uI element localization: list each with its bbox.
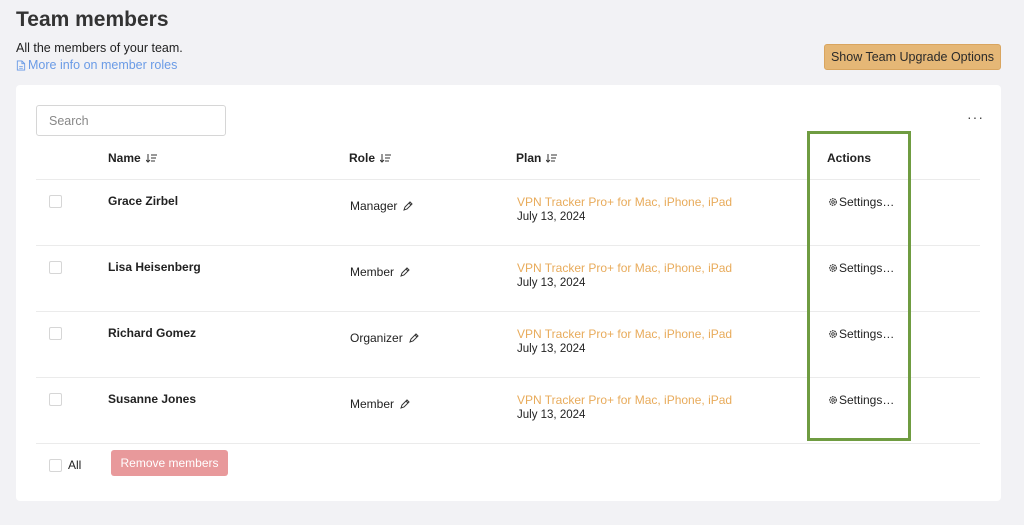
member-roles-info-link[interactable]: More info on member roles — [16, 58, 177, 72]
row-checkbox[interactable] — [49, 195, 62, 208]
column-header-plan[interactable]: Plan — [516, 151, 558, 165]
member-plan-date: July 13, 2024 — [517, 277, 586, 289]
settings-button[interactable]: Settings… — [828, 327, 894, 341]
sort-icon — [546, 153, 558, 163]
column-header-role[interactable]: Role — [349, 151, 392, 165]
member-plan-date: July 13, 2024 — [517, 409, 586, 421]
member-role: Manager — [350, 199, 414, 213]
table-row: Lisa Heisenberg Member VPN Tracker Pro+ … — [16, 245, 1001, 311]
table-row: Richard Gomez Organizer VPN Tracker Pro+… — [16, 311, 1001, 377]
member-role: Member — [350, 397, 410, 411]
document-icon — [16, 59, 26, 71]
settings-button[interactable]: Settings… — [828, 393, 894, 407]
member-role-label: Organizer — [350, 331, 403, 345]
gear-icon — [829, 198, 837, 206]
member-plan-date: July 13, 2024 — [517, 343, 586, 355]
sort-icon — [145, 153, 157, 163]
gear-icon — [829, 396, 837, 404]
row-checkbox[interactable] — [49, 327, 62, 340]
table-row: Susanne Jones Member VPN Tracker Pro+ fo… — [16, 377, 1001, 443]
column-header-name-label: Name — [108, 151, 141, 165]
member-name: Grace Zirbel — [108, 194, 179, 208]
member-plan-date: July 13, 2024 — [517, 211, 586, 223]
member-plan: VPN Tracker Pro+ for Mac, iPhone, iPad — [517, 261, 733, 275]
column-header-name[interactable]: Name — [108, 151, 157, 165]
member-role-label: Member — [350, 265, 395, 279]
column-header-role-label: Role — [349, 151, 376, 165]
page-subtitle: All the members of your team. — [16, 41, 183, 55]
member-role: Organizer — [350, 331, 419, 345]
member-name: Richard Gomez — [108, 326, 197, 340]
member-role-label: Manager — [350, 199, 398, 213]
row-checkbox[interactable] — [49, 393, 62, 406]
pencil-icon[interactable] — [408, 333, 419, 343]
settings-button-label: Settings… — [839, 327, 895, 341]
gear-icon — [829, 264, 837, 272]
member-plan: VPN Tracker Pro+ for Mac, iPhone, iPad — [517, 393, 733, 407]
pencil-icon[interactable] — [403, 201, 414, 211]
gear-icon — [829, 330, 837, 338]
select-all-checkbox[interactable] — [49, 459, 62, 472]
select-all-label: All — [68, 458, 82, 472]
settings-button-label: Settings… — [839, 195, 895, 209]
settings-button-label: Settings… — [839, 261, 895, 275]
member-plan: VPN Tracker Pro+ for Mac, iPhone, iPad — [517, 327, 733, 341]
divider — [36, 443, 980, 444]
member-role: Member — [350, 265, 410, 279]
settings-button[interactable]: Settings… — [828, 195, 894, 209]
column-header-plan-label: Plan — [516, 151, 542, 165]
remove-members-button[interactable]: Remove members — [111, 450, 228, 476]
member-name: Susanne Jones — [108, 392, 197, 406]
pencil-icon[interactable] — [400, 267, 410, 277]
member-name: Lisa Heisenberg — [108, 260, 201, 274]
column-header-actions: Actions — [827, 151, 871, 165]
sort-icon — [380, 153, 392, 163]
more-options-menu[interactable]: ··· — [967, 109, 984, 125]
pencil-icon[interactable] — [400, 399, 410, 409]
row-checkbox[interactable] — [49, 261, 62, 274]
member-role-label: Member — [350, 397, 395, 411]
show-team-upgrade-options-button[interactable]: Show Team Upgrade Options — [824, 44, 1001, 70]
settings-button[interactable]: Settings… — [828, 261, 894, 275]
members-card: ··· Name Role Plan Actions Grace Zirbel … — [16, 85, 1001, 501]
info-link-label: More info on member roles — [28, 58, 178, 72]
settings-button-label: Settings… — [839, 393, 895, 407]
member-plan: VPN Tracker Pro+ for Mac, iPhone, iPad — [517, 195, 733, 209]
page-title: Team members — [16, 8, 169, 31]
search-input[interactable] — [36, 105, 226, 136]
table-row: Grace Zirbel Manager VPN Tracker Pro+ fo… — [16, 179, 1001, 245]
column-header-actions-label: Actions — [827, 151, 872, 165]
